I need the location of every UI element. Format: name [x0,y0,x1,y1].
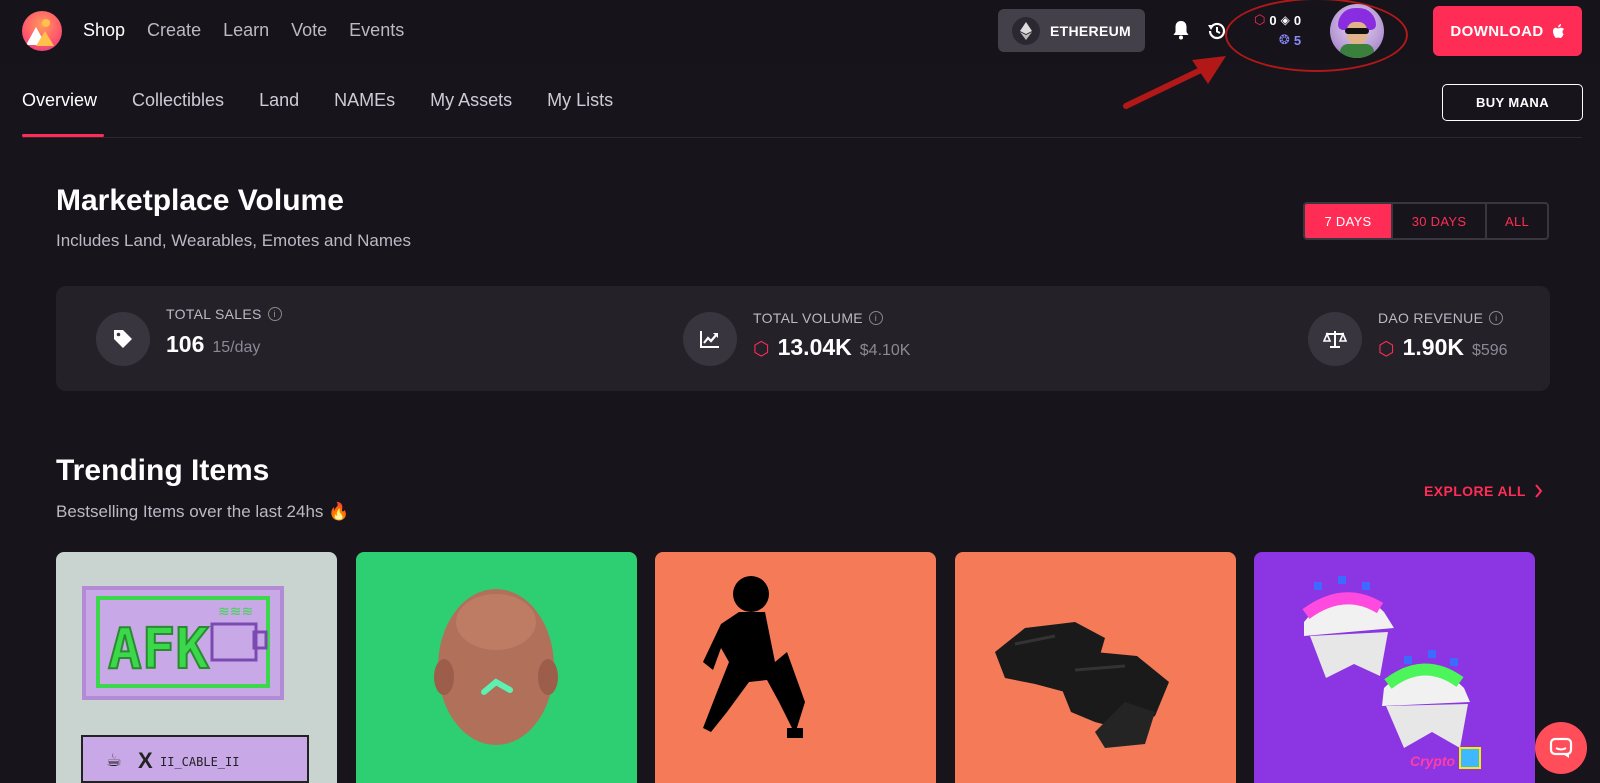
subnav-divider [22,137,1582,138]
trending-item-card[interactable]: Crypto [1254,552,1535,783]
info-icon[interactable]: i [267,307,282,321]
total-sales-label: TOTAL SALES i [166,306,282,322]
tab-land[interactable]: Land [259,90,299,111]
buy-mana-button[interactable]: BUY MANA [1442,84,1583,121]
tab-overview[interactable]: Overview [22,90,97,111]
trending-item-card[interactable] [655,552,936,783]
teacup-icon: ☕ [106,750,122,770]
total-volume-usd: $4.10K [859,342,911,359]
section-subtitle-trending: Bestselling Items over the last 24hs 🔥 [56,502,350,521]
decentraland-logo[interactable] [22,11,62,51]
period-all-button[interactable]: ALL [1485,204,1547,238]
total-sales-value: 106 15/day [166,331,261,357]
dao-revenue-value: ⬡ 1.90K $596 [1378,334,1508,360]
chat-support-button[interactable] [1535,722,1587,774]
network-label: ETHEREUM [1050,22,1131,39]
info-icon[interactable]: i [1489,311,1504,325]
x-mark: X [138,748,153,773]
creator-name: II_CABLE_II [160,755,239,769]
item-thumbnail-head [434,589,558,745]
download-label: DOWNLOAD [1450,22,1544,40]
tab-my-assets[interactable]: My Assets [430,90,512,111]
nav-events[interactable]: Events [349,20,404,41]
info-icon[interactable]: i [868,311,883,325]
bell-icon[interactable] [1172,20,1190,40]
section-subtitle-volume: Includes Land, Wearables, Emotes and Nam… [56,231,411,250]
network-selector-button[interactable]: ETHEREUM [998,9,1145,52]
total-sales-per-day: 15/day [212,339,261,356]
total-volume-value: ⬡ 13.04K $4.10K [753,334,911,360]
nav-create[interactable]: Create [147,20,201,41]
period-selector: 7 DAYS 30 DAYS ALL [1303,202,1549,240]
red-arrow-annotation [1123,56,1226,109]
tag-icon [96,312,150,366]
chart-trend-icon [683,312,737,366]
trending-item-card[interactable] [356,552,637,783]
explore-all-link[interactable]: EXPLORE ALL [1424,483,1543,499]
dao-revenue-usd: $596 [1471,342,1508,359]
chat-bubble-icon [1549,737,1573,758]
top-navbar: Shop Create Learn Vote Events ETHEREUM ⬡… [0,0,1600,72]
stats-panel: TOTAL SALES i 106 15/day TOTAL VOLUME i ⬡ … [56,286,1550,391]
afk-text: AFK [108,617,209,682]
steam-icon: ≋≋≋ [218,603,253,619]
period-30-days-button[interactable]: 30 DAYS [1391,204,1485,238]
download-button[interactable]: DOWNLOAD [1433,6,1582,56]
tab-my-lists[interactable]: My Lists [547,90,613,111]
period-7-days-button[interactable]: 7 DAYS [1305,204,1391,238]
section-title-trending: Trending Items [56,454,270,487]
item-thumbnail-afk: AFK ≋≋≋ ☕ X II_CABLE_II [81,586,309,783]
avatar[interactable] [1330,4,1384,58]
subnav-tabs: Overview Collectibles Land NAMEs My Asse… [22,90,648,111]
nav-vote[interactable]: Vote [291,20,327,41]
dao-revenue-label: DAO REVENUE i [1378,310,1504,326]
nav-learn[interactable]: Learn [223,20,269,41]
trending-item-card[interactable] [955,552,1236,783]
chevron-right-icon [1535,484,1543,498]
trending-item-card[interactable]: AFK ≋≋≋ ☕ X II_CABLE_II [56,552,337,783]
item-thumbnail-gloves [995,622,1169,748]
crypto-text: Crypto [1410,753,1456,769]
nav-shop[interactable]: Shop [83,20,125,41]
main-nav: Shop Create Learn Vote Events [83,20,404,41]
apple-icon [1552,23,1564,38]
scale-balance-icon [1308,312,1362,366]
ethereum-icon [1012,16,1040,45]
mana-icon: ⬡ [753,339,770,360]
item-thumbnail-caps: Crypto [1302,576,1481,769]
item-thumbnail-emote-silhouette [703,576,805,738]
total-volume-label: TOTAL VOLUME i [753,310,883,326]
tab-names[interactable]: NAMEs [334,90,395,111]
mana-icon: ⬡ [1378,339,1395,360]
section-title-volume: Marketplace Volume [56,184,344,217]
tab-collectibles[interactable]: Collectibles [132,90,224,111]
